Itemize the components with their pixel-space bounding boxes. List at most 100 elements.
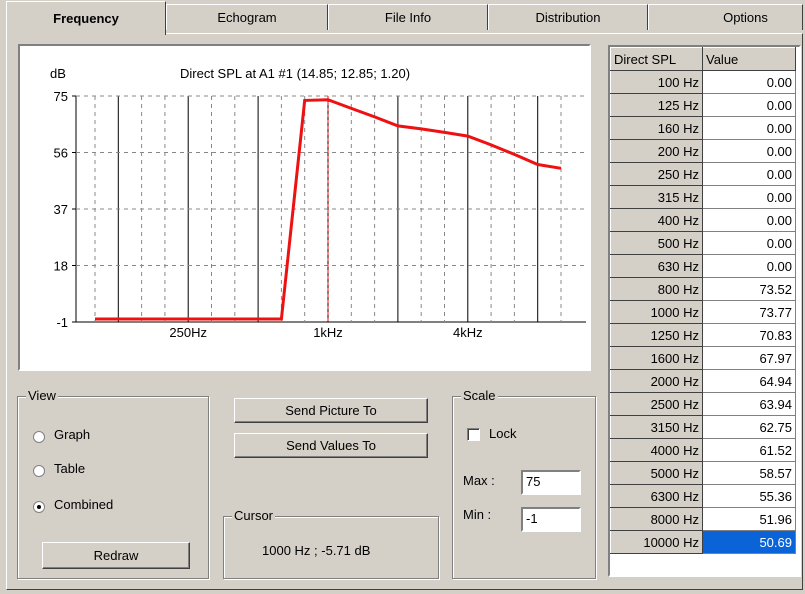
value-cell[interactable]: 63.94 (702, 392, 796, 416)
redraw-label: Redraw (93, 548, 139, 563)
column-header-value[interactable]: Value (702, 47, 796, 71)
tab-distribution[interactable]: Distribution (488, 4, 648, 30)
send-values-button[interactable]: Send Values To (234, 433, 428, 458)
table-row[interactable]: 160 Hz 0.00 (610, 116, 796, 140)
max-input[interactable]: 75 (521, 470, 581, 495)
values-table[interactable]: Direct SPL Value 100 Hz 0.00 125 Hz 0.00 160… (608, 45, 801, 577)
table-row[interactable]: 10000 Hz 50.69 (610, 530, 796, 554)
tab-label: Frequency (53, 11, 119, 26)
frequency-cell[interactable]: 10000 Hz (610, 530, 703, 554)
y-axis-label: dB (50, 66, 66, 81)
y-tick-label: 37 (54, 202, 68, 217)
lock-label: Lock (489, 426, 517, 441)
frequency-cell[interactable]: 2500 Hz (610, 392, 703, 416)
tab-file-info[interactable]: File Info (328, 4, 488, 30)
frequency-cell[interactable]: 125 Hz (610, 93, 703, 117)
frequency-cell[interactable]: 8000 Hz (610, 507, 703, 531)
frequency-cell[interactable]: 630 Hz (610, 254, 703, 278)
value-cell[interactable]: 0.00 (702, 116, 796, 140)
frequency-cell[interactable]: 5000 Hz (610, 461, 703, 485)
value-cell[interactable]: 0.00 (702, 185, 796, 209)
table-row[interactable]: 1600 Hz 67.97 (610, 346, 796, 370)
send-picture-label: Send Picture To (285, 403, 377, 418)
tab-label: Echogram (217, 10, 277, 25)
y-tick-label: -1 (56, 315, 68, 330)
frequency-cell[interactable]: 200 Hz (610, 139, 703, 163)
frequency-cell[interactable]: 250 Hz (610, 162, 703, 186)
send-values-label: Send Values To (286, 438, 376, 453)
table-row[interactable]: 125 Hz 0.00 (610, 93, 796, 117)
value-cell[interactable]: 73.52 (702, 277, 796, 301)
frequency-cell[interactable]: 4000 Hz (610, 438, 703, 462)
frequency-cell[interactable]: 315 Hz (610, 185, 703, 209)
value-cell[interactable]: 70.83 (702, 323, 796, 347)
view-group-label: View (26, 388, 58, 403)
frequency-cell[interactable]: 6300 Hz (610, 484, 703, 508)
value-cell[interactable]: 0.00 (702, 139, 796, 163)
combined-radio[interactable] (33, 501, 45, 513)
table-radio[interactable] (33, 465, 45, 477)
frequency-cell[interactable]: 1600 Hz (610, 346, 703, 370)
table-row[interactable]: 4000 Hz 61.52 (610, 438, 796, 462)
tab-options[interactable]: Options (648, 4, 803, 30)
tab-echogram[interactable]: Echogram (166, 4, 328, 30)
value-cell[interactable]: 0.00 (702, 93, 796, 117)
table-row[interactable]: 800 Hz 73.52 (610, 277, 796, 301)
value-cell[interactable]: 67.97 (702, 346, 796, 370)
y-tick-label: 56 (54, 146, 68, 161)
graph-radio-label: Graph (54, 427, 91, 442)
table-row[interactable]: 100 Hz 0.00 (610, 70, 796, 94)
table-row[interactable]: 1250 Hz 70.83 (610, 323, 796, 347)
table-row[interactable]: 315 Hz 0.00 (610, 185, 796, 209)
y-tick-label: 18 (54, 259, 68, 274)
frequency-cell[interactable]: 160 Hz (610, 116, 703, 140)
table-row[interactable]: 400 Hz 0.00 (610, 208, 796, 232)
frequency-cell[interactable]: 400 Hz (610, 208, 703, 232)
scale-group-label: Scale (461, 388, 498, 403)
value-cell[interactable]: 0.00 (702, 231, 796, 255)
frequency-cell[interactable]: 2000 Hz (610, 369, 703, 393)
value-cell[interactable]: 0.00 (702, 70, 796, 94)
value-cell[interactable]: 64.94 (702, 369, 796, 393)
value-cell[interactable]: 73.77 (702, 300, 796, 324)
frequency-cell[interactable]: 500 Hz (610, 231, 703, 255)
table-row[interactable]: 6300 Hz 55.36 (610, 484, 796, 508)
table-radio-label: Table (54, 461, 86, 476)
value-cell[interactable]: 62.75 (702, 415, 796, 439)
cursor-group: Cursor 1000 Hz ; -5.71 dB (223, 508, 439, 579)
frequency-cell[interactable]: 3150 Hz (610, 415, 703, 439)
table-row[interactable]: 630 Hz 0.00 (610, 254, 796, 278)
column-header-direct-spl[interactable]: Direct SPL (610, 47, 703, 71)
tab-frequency[interactable]: Frequency (6, 1, 166, 35)
table-row[interactable]: 3150 Hz 62.75 (610, 415, 796, 439)
value-cell[interactable]: 58.57 (702, 461, 796, 485)
table-row[interactable]: 2500 Hz 63.94 (610, 392, 796, 416)
value-cell[interactable]: 0.00 (702, 162, 796, 186)
value-cell[interactable]: 0.00 (702, 208, 796, 232)
table-row[interactable]: 8000 Hz 51.96 (610, 507, 796, 531)
table-row[interactable]: 200 Hz 0.00 (610, 139, 796, 163)
table-row[interactable]: 5000 Hz 58.57 (610, 461, 796, 485)
frequency-cell[interactable]: 800 Hz (610, 277, 703, 301)
frequency-cell[interactable]: 1000 Hz (610, 300, 703, 324)
table-row[interactable]: 250 Hz 0.00 (610, 162, 796, 186)
redraw-button[interactable]: Redraw (42, 542, 190, 569)
value-cell[interactable]: 50.69 (702, 530, 796, 554)
table-row[interactable]: 1000 Hz 73.77 (610, 300, 796, 324)
frequency-cell[interactable]: 1250 Hz (610, 323, 703, 347)
graph-area[interactable]: dB Direct SPL at A1 #1 (14.85; 12.85; 1.… (18, 44, 591, 371)
table-row[interactable]: 500 Hz 0.00 (610, 231, 796, 255)
value-cell[interactable]: 61.52 (702, 438, 796, 462)
lock-checkbox[interactable] (467, 428, 480, 441)
tab-label: File Info (384, 10, 432, 25)
table-row[interactable]: 2000 Hz 64.94 (610, 369, 796, 393)
frequency-chart: dB Direct SPL at A1 #1 (14.85; 12.85; 1.… (50, 66, 586, 340)
min-label: Min : (463, 507, 492, 522)
graph-radio[interactable] (33, 431, 45, 443)
value-cell[interactable]: 0.00 (702, 254, 796, 278)
min-input[interactable]: -1 (521, 507, 581, 532)
value-cell[interactable]: 51.96 (702, 507, 796, 531)
frequency-cell[interactable]: 100 Hz (610, 70, 703, 94)
value-cell[interactable]: 55.36 (702, 484, 796, 508)
send-picture-button[interactable]: Send Picture To (234, 398, 428, 423)
